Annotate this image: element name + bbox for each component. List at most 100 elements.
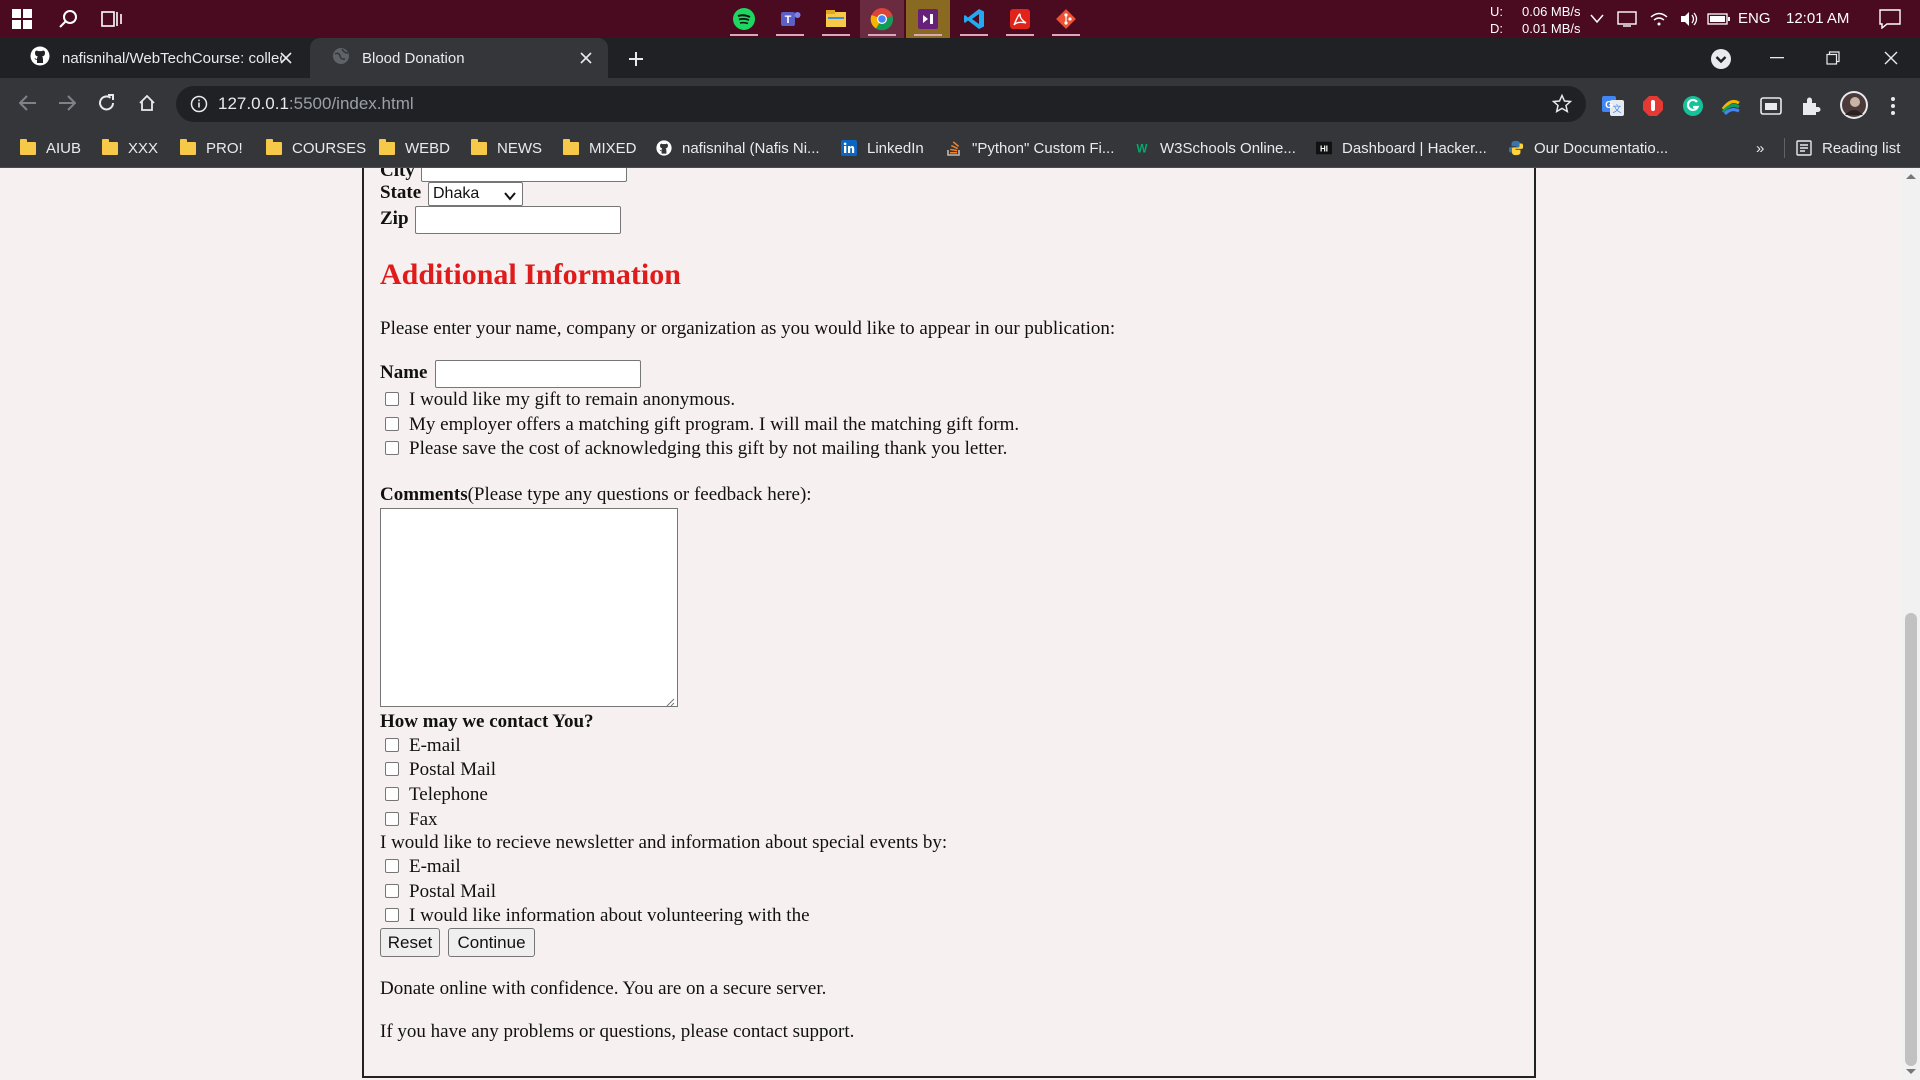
language-indicator[interactable]: ENG xyxy=(1738,10,1771,27)
git-icon[interactable] xyxy=(1044,0,1088,38)
contact-postal-checkbox[interactable] xyxy=(385,762,399,776)
bookmark-folder-aiub[interactable]: AIUB xyxy=(20,128,81,168)
adblock-icon[interactable] xyxy=(1640,93,1666,119)
newsletter-postal-label: Postal Mail xyxy=(409,881,497,902)
bookmark-label: Dashboard | Hacker... xyxy=(1342,139,1487,157)
tab-blood-donation[interactable]: Blood Donation xyxy=(310,38,608,78)
support-note: If you have any problems or questions, p… xyxy=(380,1021,855,1042)
bookmark-folder-webd[interactable]: WEBD xyxy=(379,128,450,168)
bookmark-python-docs[interactable]: Our Documentatio... xyxy=(1508,128,1668,168)
contact-email-checkbox[interactable] xyxy=(385,738,399,752)
spotify-icon[interactable] xyxy=(722,0,766,38)
bookmark-w3schools[interactable]: W W3Schools Online... xyxy=(1134,128,1296,168)
teams-icon[interactable]: T xyxy=(768,0,812,38)
secure-server-note: Donate online with confidence. You are o… xyxy=(380,978,827,999)
scrollbar-thumb[interactable] xyxy=(1905,613,1917,1066)
bookmark-folder-mixed[interactable]: MIXED xyxy=(563,128,637,168)
matching-gift-checkbox[interactable] xyxy=(385,417,399,431)
bookmark-folder-courses[interactable]: COURSES xyxy=(266,128,366,168)
wifi-icon[interactable] xyxy=(1646,0,1672,38)
no-thank-you-letter-label: Please save the cost of acknowledging th… xyxy=(409,438,1008,459)
close-icon[interactable] xyxy=(576,48,596,68)
windows-start-icon[interactable] xyxy=(0,0,44,38)
display-icon[interactable] xyxy=(1614,0,1640,38)
notification-icon[interactable] xyxy=(1868,0,1912,38)
bookmark-folder-news[interactable]: NEWS xyxy=(471,128,542,168)
state-select[interactable]: Dhaka xyxy=(428,182,523,206)
bookmark-folder-pro[interactable]: PRO! xyxy=(180,128,243,168)
battery-icon[interactable] xyxy=(1704,0,1734,38)
bookmark-folder-xxx[interactable]: XXX xyxy=(102,128,158,168)
bookmark-github[interactable]: nafisnihal (Nafis Ni... xyxy=(656,128,820,168)
stackoverflow-icon xyxy=(946,140,962,156)
windows-taskbar: T U: D: 0.06 MB/s 0.01 MB/s ENG 12:01 AM xyxy=(0,0,1920,38)
restore-icon[interactable] xyxy=(1818,46,1848,70)
net-up-speed: 0.06 MB/s xyxy=(1522,4,1581,19)
anonymous-label: I would like my gift to remain anonymous… xyxy=(409,389,736,410)
continue-button[interactable]: Continue xyxy=(448,928,535,957)
reset-button[interactable]: Reset xyxy=(380,928,440,957)
minimize-icon[interactable] xyxy=(1762,46,1792,70)
folder-icon xyxy=(20,138,36,156)
publication-instructions: Please enter your name, company or organ… xyxy=(380,318,1116,339)
tab-search-icon[interactable] xyxy=(1710,48,1732,70)
newsletter-email-checkbox[interactable] xyxy=(385,859,399,873)
bookmark-label: MIXED xyxy=(589,139,637,157)
acrobat-icon[interactable] xyxy=(998,0,1042,38)
volunteering-checkbox[interactable] xyxy=(385,908,399,922)
google-translate-icon[interactable]: G文 xyxy=(1600,93,1626,119)
new-tab-icon[interactable] xyxy=(622,46,650,72)
task-view-icon[interactable] xyxy=(90,0,134,38)
address-bar[interactable]: 127.0.0.1:5500/index.html xyxy=(176,86,1586,122)
scroll-down-icon[interactable] xyxy=(1906,1069,1916,1074)
file-explorer-icon[interactable] xyxy=(814,0,858,38)
vscode-icon[interactable] xyxy=(952,0,996,38)
newsletter-email-label: E-mail xyxy=(409,856,461,877)
page-scrollbar[interactable] xyxy=(1902,168,1920,1080)
chevron-up-icon[interactable] xyxy=(1586,0,1608,38)
visual-studio-icon[interactable] xyxy=(906,0,950,38)
contact-telephone-label: Telephone xyxy=(409,784,488,805)
color-picker-icon[interactable] xyxy=(1718,93,1744,119)
folder-icon xyxy=(180,138,196,156)
reload-icon[interactable] xyxy=(91,87,123,119)
back-icon[interactable] xyxy=(12,87,44,119)
contact-fax-checkbox[interactable] xyxy=(385,812,399,826)
forward-icon[interactable] xyxy=(51,87,83,119)
chrome-icon[interactable] xyxy=(860,0,904,38)
clock[interactable]: 12:01 AM xyxy=(1786,10,1849,27)
no-thank-you-letter-checkbox[interactable] xyxy=(385,441,399,455)
name-input[interactable] xyxy=(435,360,641,388)
bookmark-linkedin[interactable]: LinkedIn xyxy=(841,128,924,168)
resize-grip-icon[interactable] xyxy=(665,694,675,707)
bookmark-star-icon[interactable] xyxy=(1551,93,1573,119)
volume-icon[interactable] xyxy=(1676,0,1702,38)
globe-icon xyxy=(332,47,350,69)
city-input[interactable] xyxy=(421,168,627,182)
newsletter-text: I would like to recieve newsletter and i… xyxy=(380,832,948,853)
more-bookmarks[interactable]: » xyxy=(1756,128,1764,168)
reading-list-button[interactable]: Reading list xyxy=(1796,128,1900,168)
contact-postal-label: Postal Mail xyxy=(409,759,497,780)
contact-telephone-checkbox[interactable] xyxy=(385,787,399,801)
site-info-icon[interactable] xyxy=(190,95,208,118)
newsletter-postal-checkbox[interactable] xyxy=(385,884,399,898)
tab-github[interactable]: nafisnihal/WebTechCourse: collec xyxy=(8,38,308,78)
extensions-puzzle-icon[interactable] xyxy=(1798,93,1824,119)
zip-input[interactable] xyxy=(415,206,621,234)
close-icon[interactable] xyxy=(276,48,296,68)
grammarly-icon[interactable] xyxy=(1680,93,1706,119)
window-close-icon[interactable] xyxy=(1876,46,1906,70)
state-label: State xyxy=(380,182,422,203)
profile-avatar[interactable] xyxy=(1838,89,1870,121)
scroll-up-icon[interactable] xyxy=(1906,174,1916,179)
home-icon[interactable] xyxy=(131,87,163,119)
anonymous-checkbox[interactable] xyxy=(385,392,399,406)
comments-textarea[interactable] xyxy=(380,508,678,707)
tab-capture-icon[interactable] xyxy=(1758,93,1784,119)
bookmark-hackerrank[interactable]: HI Dashboard | Hacker... xyxy=(1316,128,1487,168)
search-icon[interactable] xyxy=(46,0,90,38)
chrome-menu-icon[interactable] xyxy=(1880,93,1906,119)
bookmark-stackoverflow[interactable]: "Python" Custom Fi... xyxy=(946,128,1114,168)
folder-icon xyxy=(266,138,282,156)
